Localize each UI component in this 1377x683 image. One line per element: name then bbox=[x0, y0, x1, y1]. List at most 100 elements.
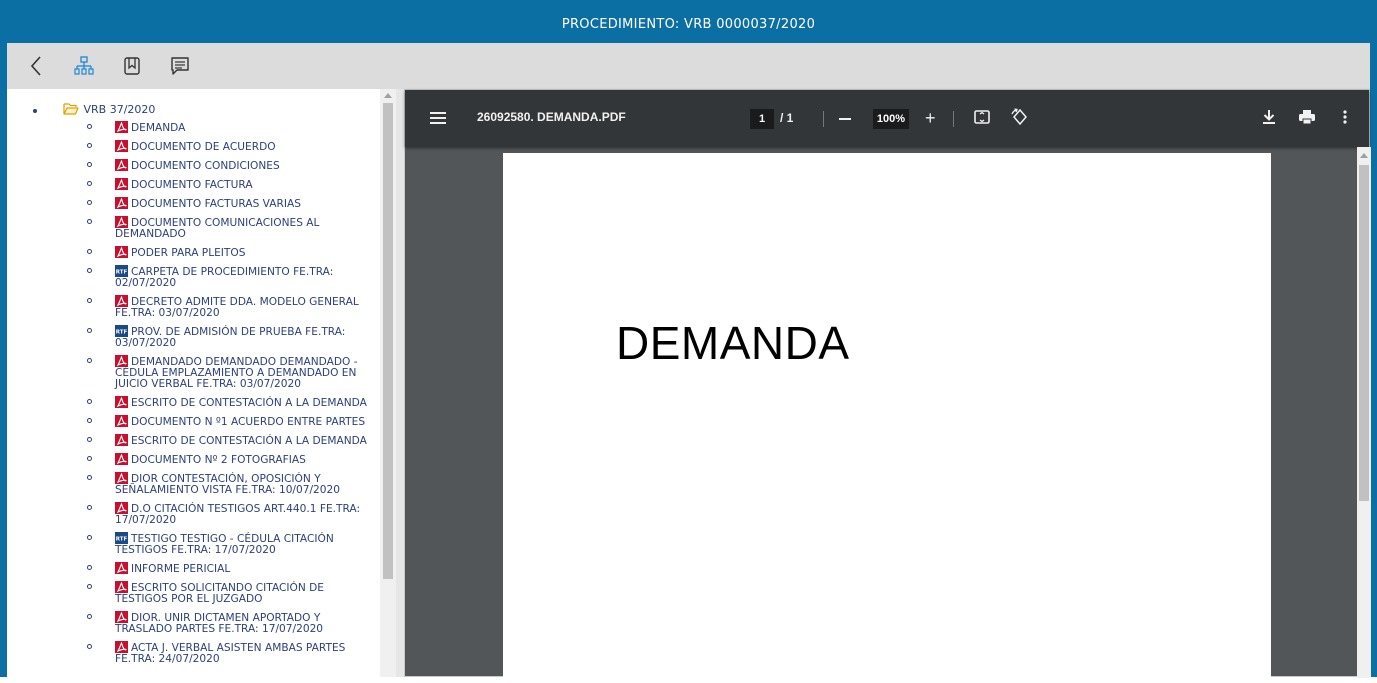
scroll-up-arrow-icon[interactable] bbox=[384, 93, 392, 98]
tree-document-item[interactable]: DIOR. UNIR DICTAMEN APORTADO Y TRASLADO … bbox=[31, 611, 379, 635]
document-label: ESCRITO SOLICITANDO CITACIÓN DE TESTIGOS… bbox=[115, 582, 325, 605]
tree-document-item[interactable]: DOCUMENTO DE ACUERDO bbox=[31, 140, 379, 153]
tree-document-item[interactable]: INFORME PERICIAL bbox=[31, 562, 379, 575]
tree-scrollbar[interactable] bbox=[380, 89, 396, 677]
page-number-input[interactable]: 1 bbox=[750, 109, 774, 129]
pdf-file-icon bbox=[115, 581, 128, 593]
pdf-page-heading: DEMANDA bbox=[616, 317, 850, 369]
document-label: INFORME PERICIAL bbox=[131, 563, 231, 575]
tree-view-button[interactable] bbox=[73, 55, 95, 77]
pdf-scrollbar-thumb[interactable] bbox=[1359, 165, 1369, 501]
pdf-file-icon bbox=[115, 178, 128, 190]
pdf-file-icon bbox=[115, 246, 128, 258]
tree-document-item[interactable]: DOCUMENTO FACTURAS VARIAS bbox=[31, 197, 379, 210]
list-bullet bbox=[87, 143, 92, 148]
list-bullet bbox=[87, 328, 92, 333]
pdf-file-icon bbox=[115, 611, 128, 623]
scroll-up-arrow-icon[interactable] bbox=[1360, 153, 1368, 158]
document-tree-panel: VRB 37/2020 DEMANDA DOCUMENTO DE ACUERDO D… bbox=[7, 89, 396, 677]
toolbar bbox=[7, 43, 1370, 89]
tree-document-item[interactable]: ESCRITO DE CONTESTACIÓN A LA DEMANDA bbox=[31, 434, 379, 447]
list-bullet bbox=[87, 124, 92, 129]
list-bullet bbox=[87, 219, 92, 224]
list-bullet bbox=[87, 505, 92, 510]
tree-document-item[interactable]: RTF PROV. DE ADMISIÓN DE PRUEBA FE.TRA: 0… bbox=[31, 325, 379, 349]
fit-page-icon[interactable] bbox=[973, 108, 991, 126]
pdf-file-icon bbox=[115, 159, 128, 171]
document-label: DOCUMENTO CONDICIONES bbox=[131, 160, 280, 172]
document-label: DIOR CONTESTACIÓN, OPOSICIÓN Y SEÑALAMIE… bbox=[115, 473, 341, 496]
tree-document-item[interactable]: DOCUMENTO Nº 2 FOTOGRAFIAS bbox=[31, 453, 379, 466]
document-label: PROV. DE ADMISIÓN DE PRUEBA FE.TRA: 03/0… bbox=[115, 326, 346, 349]
list-bullet bbox=[87, 475, 92, 480]
zoom-out-button[interactable] bbox=[839, 118, 851, 120]
panel-divider[interactable] bbox=[396, 89, 404, 677]
pdf-toolbar: 26092580. DEMANDA.PDF 1 / 1 100% + bbox=[405, 90, 1369, 147]
document-label: DOCUMENTO Nº 2 FOTOGRAFIAS bbox=[131, 454, 306, 466]
document-label: ESCRITO DE CONTESTACIÓN A LA DEMANDA bbox=[131, 397, 367, 409]
document-label: ACTA J. VERBAL ASISTEN AMBAS PARTES FE.T… bbox=[115, 642, 346, 665]
tree-document-item[interactable]: ESCRITO DE CONTESTACIÓN A LA DEMANDA bbox=[31, 396, 379, 409]
list-bullet bbox=[87, 162, 92, 167]
pdf-file-icon bbox=[115, 355, 128, 367]
tree-document-item[interactable]: DOCUMENTO FACTURA bbox=[31, 178, 379, 191]
tree-document-item[interactable]: ESCRITO SOLICITANDO CITACIÓN DE TESTIGOS… bbox=[31, 581, 379, 605]
document-label: DOCUMENTO FACTURAS VARIAS bbox=[131, 198, 301, 210]
zoom-in-button[interactable]: + bbox=[925, 108, 936, 129]
pdf-viewer: 26092580. DEMANDA.PDF 1 / 1 100% + DEMAN… bbox=[404, 89, 1371, 683]
document-label: CARPETA DE PROCEDIMIENTO FE.TRA: 02/07/2… bbox=[115, 266, 334, 289]
document-label: DIOR. UNIR DICTAMEN APORTADO Y TRASLADO … bbox=[115, 612, 324, 635]
document-label: DEMANDA bbox=[131, 122, 186, 134]
bookmarks-button[interactable] bbox=[121, 55, 143, 77]
print-icon[interactable] bbox=[1298, 108, 1316, 126]
document-label: DOCUMENTO N º1 ACUERDO ENTRE PARTES bbox=[131, 416, 366, 428]
back-button[interactable] bbox=[25, 55, 47, 77]
tree-document-item[interactable]: DECRETO ADMITE DDA. MODELO GENERAL FE.TR… bbox=[31, 295, 379, 319]
document-tree: VRB 37/2020 DEMANDA DOCUMENTO DE ACUERDO D… bbox=[31, 103, 379, 671]
rotate-icon[interactable] bbox=[1011, 108, 1029, 126]
pdf-file-name: 26092580. DEMANDA.PDF bbox=[477, 110, 626, 124]
pdf-file-icon bbox=[115, 121, 128, 133]
pdf-scrollbar[interactable] bbox=[1357, 147, 1371, 678]
tree-document-item[interactable]: DEMANDADO DEMANDADO DEMANDADO - CÉDULA E… bbox=[31, 355, 379, 390]
tree-document-item[interactable]: DOCUMENTO COMUNICACIONES AL DEMANDADO bbox=[31, 216, 379, 240]
list-bullet bbox=[87, 535, 92, 540]
tree-root-folder[interactable]: VRB 37/2020 bbox=[31, 103, 379, 121]
more-options-icon[interactable] bbox=[1342, 108, 1348, 126]
document-label: D.O CITACIÓN TESTIGOS ART.440.1 FE.TRA: … bbox=[115, 503, 361, 526]
toolbar-separator bbox=[953, 111, 954, 127]
tree-document-item[interactable]: D.O CITACIÓN TESTIGOS ART.440.1 FE.TRA: … bbox=[31, 502, 379, 526]
tree-document-item[interactable]: PODER PARA PLEITOS bbox=[31, 246, 379, 259]
list-bullet bbox=[87, 437, 92, 442]
comments-button[interactable] bbox=[169, 55, 191, 77]
pdf-file-icon bbox=[115, 472, 128, 484]
document-label: DOCUMENTO FACTURA bbox=[131, 179, 253, 191]
svg-text:RTF: RTF bbox=[116, 537, 128, 543]
zoom-level-input[interactable]: 100% bbox=[873, 109, 909, 129]
tree-scrollbar-thumb[interactable] bbox=[383, 103, 393, 579]
document-label: PODER PARA PLEITOS bbox=[131, 247, 246, 259]
tree-document-item[interactable]: DEMANDA bbox=[31, 121, 379, 134]
pdf-file-icon bbox=[115, 434, 128, 446]
document-label: DOCUMENTO COMUNICACIONES AL DEMANDADO bbox=[115, 217, 320, 240]
title-bar: PROCEDIMIENTO: VRB 0000037/2020 bbox=[7, 5, 1370, 43]
list-bullet bbox=[87, 268, 92, 273]
tree-document-item[interactable]: DIOR CONTESTACIÓN, OPOSICIÓN Y SEÑALAMIE… bbox=[31, 472, 379, 496]
rtf-file-icon: RTF bbox=[115, 325, 128, 337]
back-icon bbox=[30, 56, 41, 76]
pdf-file-icon bbox=[115, 216, 128, 228]
tree-document-item[interactable]: ACTA J. VERBAL ASISTEN AMBAS PARTES FE.T… bbox=[31, 641, 379, 665]
tree-document-item[interactable]: DOCUMENTO CONDICIONES bbox=[31, 159, 379, 172]
menu-icon[interactable] bbox=[430, 111, 446, 125]
tree-document-item[interactable]: DOCUMENTO N º1 ACUERDO ENTRE PARTES bbox=[31, 415, 379, 428]
list-bullet bbox=[87, 644, 92, 649]
pdf-page: DEMANDA bbox=[503, 153, 1271, 683]
pdf-file-icon bbox=[115, 295, 128, 307]
page-title: PROCEDIMIENTO: VRB 0000037/2020 bbox=[561, 16, 816, 32]
download-icon[interactable] bbox=[1261, 108, 1277, 126]
tree-document-item[interactable]: RTF CARPETA DE PROCEDIMIENTO FE.TRA: 02/0… bbox=[31, 265, 379, 289]
list-bullet bbox=[87, 456, 92, 461]
tree-document-item[interactable]: RTF TESTIGO TESTIGO - CÉDULA CITACIÓN TES… bbox=[31, 532, 379, 556]
list-bullet bbox=[87, 249, 92, 254]
tree-bullet bbox=[33, 109, 37, 113]
